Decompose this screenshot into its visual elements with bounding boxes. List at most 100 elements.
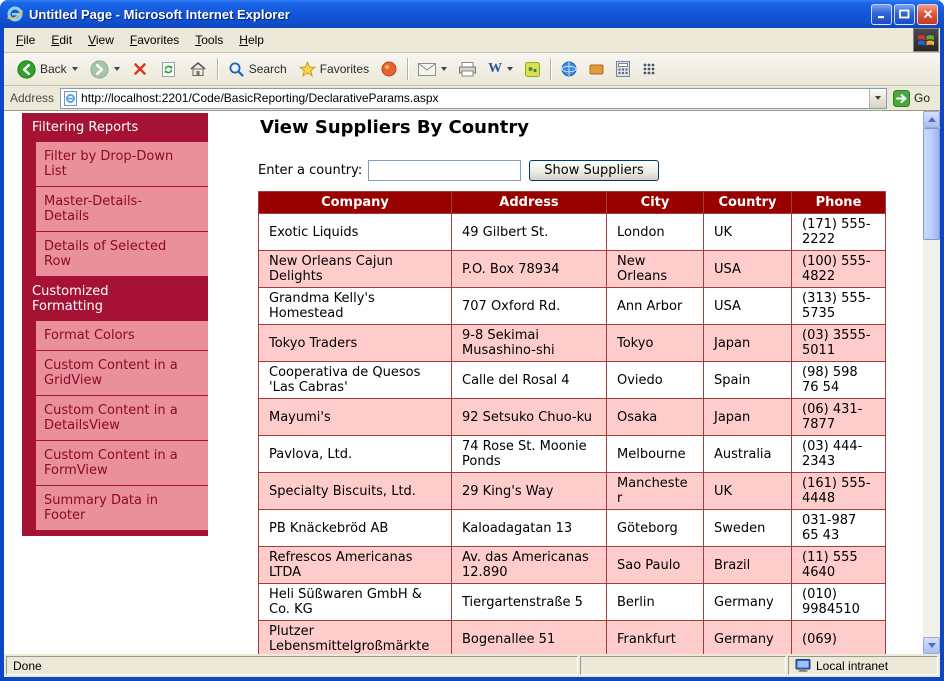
table-cell: Av. das Americanas 12.890 (452, 547, 607, 584)
mail-dropdown-icon[interactable] (441, 67, 447, 71)
forward-button[interactable] (85, 57, 125, 82)
research-button[interactable] (584, 59, 609, 80)
table-cell: Melbourne (607, 436, 704, 473)
minimize-button[interactable] (871, 4, 892, 25)
table-cell: Tokyo Traders (259, 325, 452, 362)
status-bar: Done Local intranet (4, 654, 940, 677)
table-cell: P.O. Box 78934 (452, 251, 607, 288)
vertical-scrollbar[interactable] (923, 111, 940, 654)
table-cell: Berlin (607, 584, 704, 621)
sidebar-item-details-of-selected-row[interactable]: Details of Selected Row (36, 232, 208, 277)
scrollbar-track[interactable] (923, 128, 940, 637)
table-cell: Specialty Biscuits, Ltd. (259, 473, 452, 510)
table-cell: Grandma Kelly's Homestead (259, 288, 452, 325)
table-cell: 29 King's Way (452, 473, 607, 510)
table-cell: Japan (704, 399, 792, 436)
browser-viewport: Filtering Reports Filter by Drop-Down Li… (4, 111, 940, 654)
table-cell: USA (704, 251, 792, 288)
menu-file[interactable]: File (8, 29, 43, 51)
titlebar[interactable]: Untitled Page - Microsoft Internet Explo… (0, 0, 944, 28)
table-cell: Manchester (607, 473, 704, 510)
edit-button[interactable] (483, 58, 518, 80)
messenger-button[interactable] (520, 59, 545, 80)
table-row: New Orleans Cajun Delights P.O. Box 7893… (259, 251, 886, 288)
web-tool-button[interactable] (556, 58, 582, 80)
home-button[interactable] (184, 58, 212, 80)
column-header-phone: Phone (792, 192, 886, 214)
table-cell: Japan (704, 325, 792, 362)
table-cell: Exotic Liquids (259, 214, 452, 251)
table-cell: 92 Setsuko Chuo-ku (452, 399, 607, 436)
page-icon (64, 91, 77, 106)
go-button[interactable]: Go (893, 90, 934, 107)
menu-edit[interactable]: Edit (43, 29, 80, 51)
arrow-down-icon (928, 643, 936, 652)
back-button[interactable]: Back (12, 57, 83, 82)
menu-tools[interactable]: Tools (187, 29, 231, 51)
table-cell: (03) 444-2343 (792, 436, 886, 473)
table-cell: (313) 555-5735 (792, 288, 886, 325)
sidebar-item-filter-by-dropdown[interactable]: Filter by Drop-Down List (36, 142, 208, 187)
sidebar-item-custom-content-gridview[interactable]: Custom Content in a GridView (36, 351, 208, 396)
sidebar-section-filtering-reports[interactable]: Filtering Reports (22, 113, 208, 142)
sidebar-item-summary-data-footer[interactable]: Summary Data in Footer (36, 486, 208, 531)
table-cell: Germany (704, 621, 792, 655)
table-cell: Frankfurt (607, 621, 704, 655)
show-suppliers-button[interactable]: Show Suppliers (529, 160, 659, 181)
close-button[interactable] (917, 4, 938, 25)
stop-button[interactable] (127, 58, 153, 80)
table-row: Plutzer Lebensmittelgroßmärkte Bogenalle… (259, 621, 886, 655)
forward-dropdown-icon[interactable] (114, 67, 120, 71)
sidebar-item-custom-content-detailsview[interactable]: Custom Content in a DetailsView (36, 396, 208, 441)
table-cell: Calle del Rosal 4 (452, 362, 607, 399)
sidebar-item-master-details-details[interactable]: Master-Details-Details (36, 187, 208, 232)
back-dropdown-icon[interactable] (72, 67, 78, 71)
country-input[interactable] (368, 160, 521, 181)
table-cell: Kaloadagatan 13 (452, 510, 607, 547)
calculator-button[interactable] (611, 58, 635, 80)
scroll-down-button[interactable] (923, 637, 940, 654)
home-icon (189, 61, 207, 77)
scrollbar-thumb[interactable] (923, 128, 940, 240)
address-label: Address (10, 91, 54, 105)
browser-window: Untitled Page - Microsoft Internet Explo… (0, 0, 944, 681)
windows-logo-icon (913, 28, 939, 52)
keypad-icon (642, 62, 656, 76)
table-cell: 707 Oxford Rd. (452, 288, 607, 325)
maximize-button[interactable] (894, 4, 915, 25)
country-label: Enter a country: (258, 163, 362, 178)
sidebar-item-format-colors[interactable]: Format Colors (36, 321, 208, 351)
refresh-button[interactable] (155, 58, 182, 81)
table-row: Exotic Liquids 49 Gilbert St. London UK … (259, 214, 886, 251)
print-button[interactable] (454, 59, 481, 80)
toolbar-separator (217, 58, 218, 80)
messenger-icon (525, 62, 540, 77)
menu-help[interactable]: Help (231, 29, 272, 51)
favorites-button[interactable]: Favorites (294, 58, 374, 80)
table-cell: Sweden (704, 510, 792, 547)
table-cell: Australia (704, 436, 792, 473)
forward-icon (90, 60, 109, 79)
menu-favorites[interactable]: Favorites (122, 29, 187, 51)
edit-icon (488, 61, 502, 77)
keypad-button[interactable] (637, 59, 661, 79)
favorites-icon (299, 61, 316, 77)
address-dropdown-button[interactable] (869, 89, 886, 108)
sidebar-section-customized-formatting[interactable]: Customized Formatting (22, 277, 208, 321)
search-button[interactable]: Search (223, 58, 292, 81)
toolbar-separator (407, 58, 408, 80)
scroll-up-button[interactable] (923, 111, 940, 128)
address-input[interactable] (81, 90, 865, 107)
media-button[interactable] (376, 58, 402, 80)
back-icon (17, 60, 36, 79)
edit-dropdown-icon[interactable] (507, 67, 513, 71)
mail-button[interactable] (413, 60, 452, 79)
table-cell: Germany (704, 584, 792, 621)
table-cell: Cooperativa de Quesos 'Las Cabras' (259, 362, 452, 399)
address-combo[interactable] (60, 88, 887, 109)
menu-view[interactable]: View (80, 29, 122, 51)
address-bar: Address Go (4, 86, 940, 111)
sidebar-item-custom-content-formview[interactable]: Custom Content in a FormView (36, 441, 208, 486)
favorites-label: Favorites (320, 62, 369, 76)
refresh-icon (160, 61, 177, 78)
